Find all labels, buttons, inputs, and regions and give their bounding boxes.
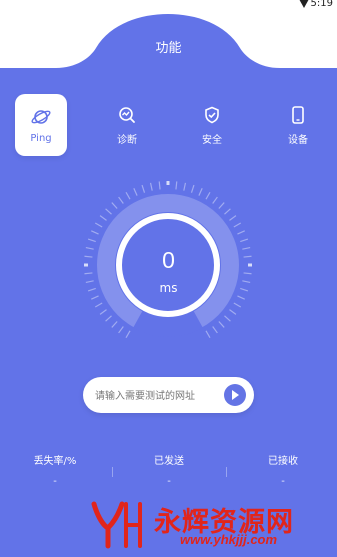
gauge-tick	[237, 230, 245, 235]
gauge-tick	[229, 215, 237, 221]
stat-value: -	[167, 476, 171, 487]
gauge-tick	[240, 238, 249, 243]
tab-diagnose[interactable]: 诊断	[101, 94, 153, 156]
divider	[226, 467, 227, 477]
stat-value: -	[53, 476, 57, 487]
watermark-logo	[91, 501, 142, 549]
gauge-tick	[133, 188, 138, 196]
tab-ping[interactable]: Ping	[15, 94, 67, 156]
gauge-tick	[212, 196, 218, 204]
gauge-tick	[205, 191, 211, 200]
stats-row: 丢失率/% - 已发送 - 已接收 -	[0, 452, 337, 492]
gauge-tick	[125, 330, 131, 339]
gauge-tick	[218, 321, 225, 328]
stat-received: 已接收 -	[233, 452, 333, 487]
url-input[interactable]	[93, 377, 217, 415]
stat-label: 丢失率/%	[33, 456, 77, 467]
ping-unit: ms	[159, 281, 178, 295]
gauge-tick	[94, 222, 103, 228]
stat-loss: 丢失率/% -	[5, 452, 105, 487]
stat-label: 已发送	[154, 456, 184, 467]
gauge-tick	[125, 191, 131, 200]
tab-label: 诊断	[117, 135, 137, 146]
phone-icon	[287, 104, 309, 126]
stat-value: -	[281, 476, 285, 487]
stat-sent: 已发送 -	[119, 452, 219, 487]
planet-icon	[30, 106, 52, 128]
shield-check-icon	[201, 104, 223, 126]
gauge-tick	[190, 184, 195, 193]
gauge-tick	[91, 230, 99, 235]
gauge-tick	[111, 321, 118, 328]
gauge-tick	[105, 315, 112, 322]
gauge-tick	[158, 181, 161, 190]
gauge-tick	[224, 208, 231, 215]
url-bar	[83, 377, 254, 415]
gauge-tick	[175, 181, 178, 190]
watermark: 永辉资源网 www.yhkjjj.com	[88, 498, 328, 550]
gauge-tick	[224, 315, 231, 322]
gauge-tick	[212, 326, 218, 334]
gauge-tick	[111, 202, 118, 209]
gauge-tick	[218, 202, 225, 209]
watermark-url: www.yhkjjj.com	[180, 532, 278, 547]
tab-label: 安全	[202, 135, 222, 146]
start-button[interactable]	[224, 384, 246, 406]
gauge-tick	[205, 330, 211, 339]
ping-value: 0	[162, 247, 175, 273]
gauge-tick	[94, 302, 103, 308]
page-title: 功能	[155, 41, 182, 56]
tab-device[interactable]: 设备	[272, 94, 324, 156]
gauge-tick	[198, 188, 203, 196]
gauge-tick	[91, 295, 99, 300]
gauge-tick	[229, 309, 237, 315]
stat-label: 已接收	[268, 456, 298, 467]
gauge-tick	[99, 309, 107, 315]
divider	[112, 467, 113, 477]
diagnose-icon	[116, 104, 138, 126]
gauge-tick	[233, 222, 242, 228]
gauge-tick	[118, 326, 124, 334]
gauge-tick	[183, 182, 187, 191]
gauge-tick	[237, 295, 245, 300]
gauge-tick	[105, 208, 112, 215]
gauge-tick	[141, 184, 146, 193]
tab-security[interactable]: 安全	[186, 94, 238, 156]
gauge-tick	[87, 238, 96, 243]
tab-label: 设备	[288, 135, 308, 146]
gauge-tick	[99, 215, 107, 221]
gauge-tick	[149, 182, 153, 191]
feature-tabs: Ping 诊断 安全 设备	[0, 94, 337, 158]
gauge-bottom-gap	[133, 310, 203, 337]
tab-label: Ping	[30, 133, 52, 144]
gauge-tick	[233, 302, 242, 308]
gauge-tick	[118, 196, 124, 204]
